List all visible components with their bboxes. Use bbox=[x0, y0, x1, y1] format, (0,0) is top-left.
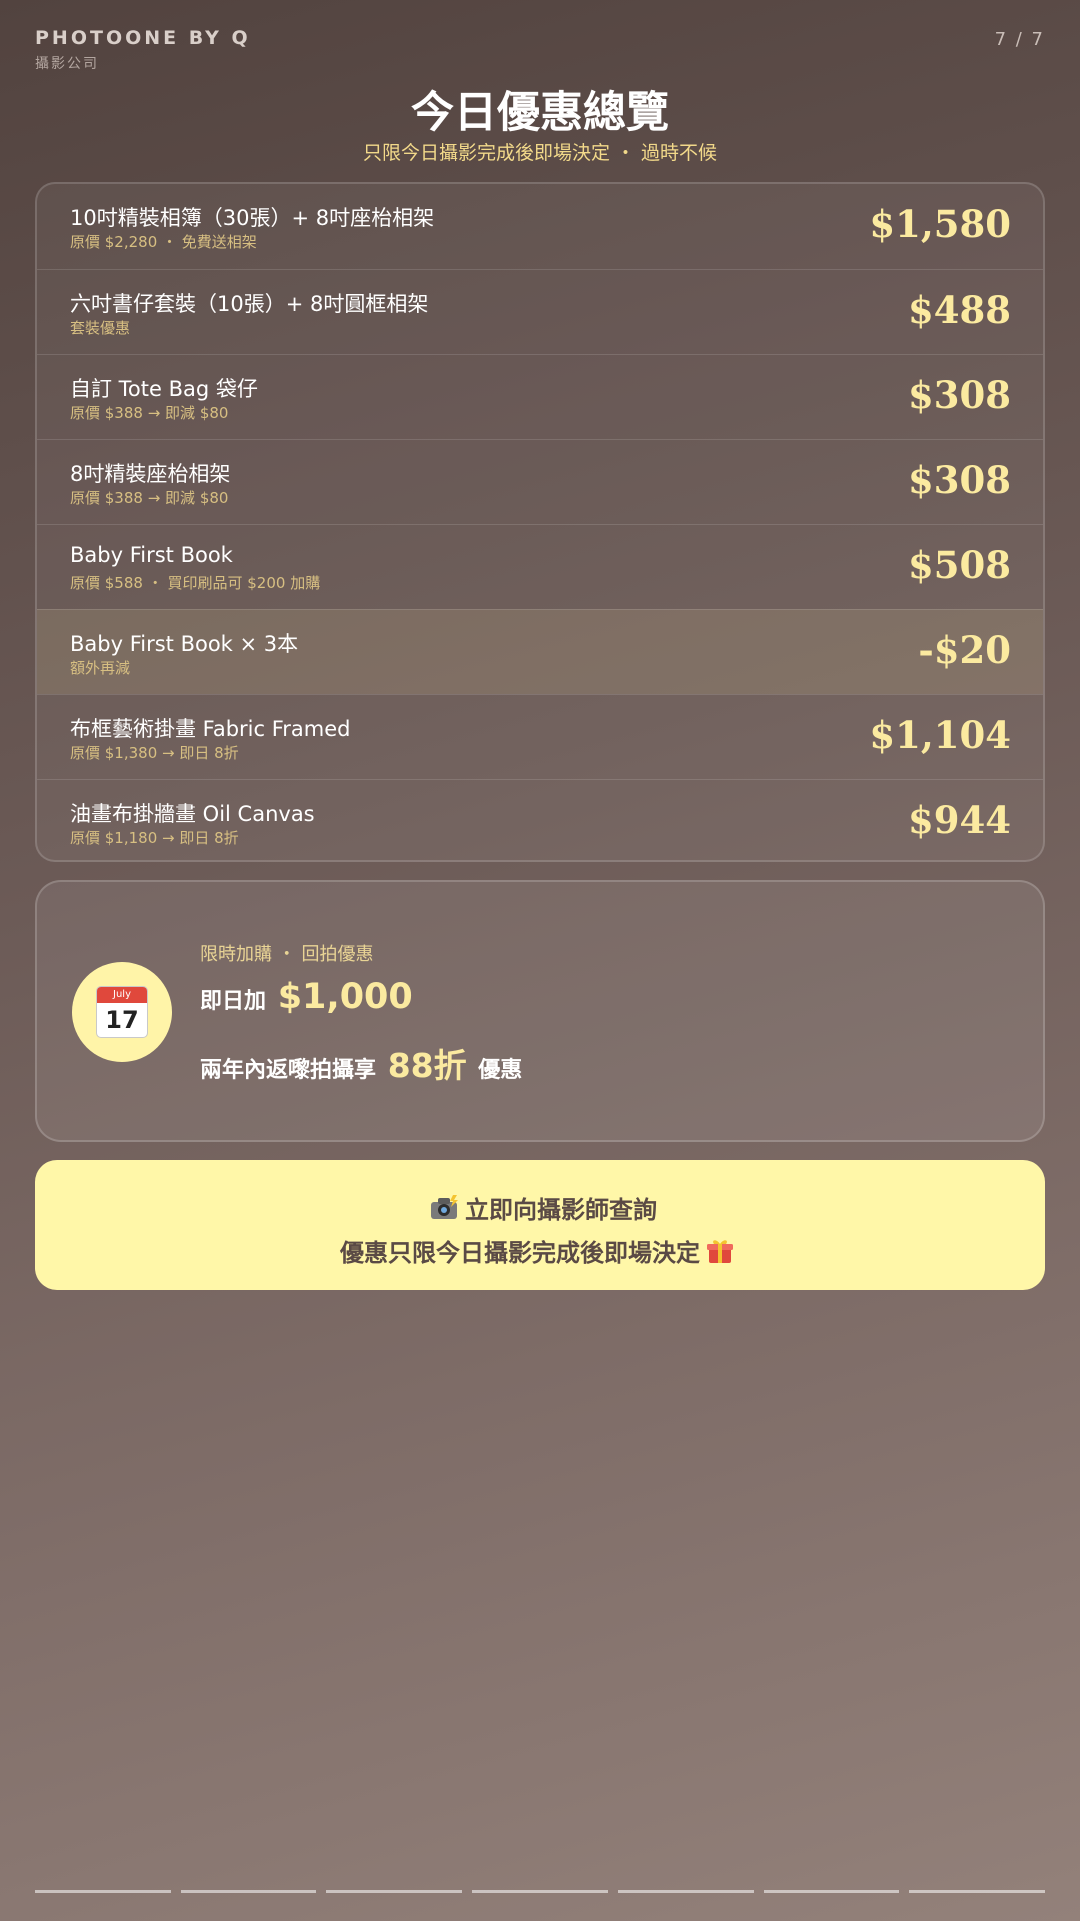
promo-card: July 17 限時加購 ・ 回拍優惠 即日加 $1,000 兩年內返嚟拍攝享 … bbox=[35, 880, 1045, 1142]
progress-segment bbox=[617, 1890, 754, 1893]
offer-name: 自訂 Tote Bag 袋仔 bbox=[70, 377, 258, 401]
offer-name: 布框藝術掛畫 Fabric Framed bbox=[70, 717, 351, 741]
offer-row: Baby First Book 原價 $588 ・ 買印刷品可 $200 加購 … bbox=[37, 524, 1043, 609]
offer-name: 油畫布掛牆畫 Oil Canvas bbox=[70, 802, 315, 826]
offer-row-highlighted: Baby First Book × 3本 額外再減 -$20 bbox=[37, 609, 1043, 694]
offers-list: 10吋精裝相簿（30張）+ 8吋座枱相架 原價 $2,280 ・ 免費送相架 $… bbox=[35, 182, 1045, 862]
offer-row: 布框藝術掛畫 Fabric Framed 原價 $1,380 → 即日 8折 $… bbox=[37, 694, 1043, 779]
calendar-icon-badge: July 17 bbox=[72, 962, 172, 1062]
progress-segment bbox=[35, 1890, 171, 1893]
offer-price: $1,104 bbox=[869, 713, 1011, 757]
inquire-photographer-button[interactable]: 立即向攝影師查詢 優惠只限今日攝影完成後即場決定 bbox=[35, 1160, 1045, 1290]
offer-note: 原價 $2,280 ・ 免費送相架 bbox=[70, 233, 257, 251]
promo-line-2-prefix: 兩年內返嚟拍攝享 bbox=[200, 1058, 377, 1083]
offer-note: 原價 $1,380 → 即日 8折 bbox=[70, 744, 239, 762]
cta-line-2-text: 優惠只限今日攝影完成後即場決定 bbox=[340, 1239, 700, 1267]
calendar-month: July bbox=[97, 987, 147, 1003]
offer-row: 10吋精裝相簿（30張）+ 8吋座枱相架 原價 $2,280 ・ 免費送相架 $… bbox=[37, 184, 1043, 269]
offer-price: $1,580 bbox=[869, 202, 1011, 246]
promo-discount: 88折 bbox=[387, 1046, 467, 1085]
promo-add-amount: $1,000 bbox=[277, 977, 413, 1017]
calendar-day: 17 bbox=[105, 1006, 139, 1034]
offer-price: $488 bbox=[908, 288, 1011, 332]
progress-segment bbox=[763, 1890, 900, 1893]
offer-price: $944 bbox=[908, 798, 1011, 842]
offer-note: 原價 $388 → 即減 $80 bbox=[70, 404, 229, 422]
calendar-icon: July 17 bbox=[96, 986, 148, 1038]
promo-line-2-suffix: 優惠 bbox=[478, 1058, 523, 1083]
page-subtitle: 只限今日攝影完成後即場決定 ・ 過時不候 bbox=[362, 142, 718, 164]
brand-subtitle: 攝影公司 bbox=[35, 56, 99, 72]
offer-price: $508 bbox=[908, 543, 1011, 587]
cta-line-1-text: 立即向攝影師查詢 bbox=[465, 1196, 657, 1224]
offer-note: 套裝優惠 bbox=[70, 319, 131, 337]
gift-icon bbox=[706, 1237, 734, 1271]
progress-segment bbox=[909, 1890, 1046, 1893]
page-progress bbox=[35, 1890, 1046, 1893]
offer-name: 六吋書仔套裝（10張）+ 8吋圓框相架 bbox=[70, 292, 429, 316]
offer-price: -$20 bbox=[918, 628, 1011, 672]
offer-name: Baby First Book bbox=[70, 543, 233, 567]
page-title: 今日優惠總覽 bbox=[411, 88, 669, 138]
promo-line-1-prefix: 即日加 bbox=[200, 989, 267, 1014]
camera-flash-icon bbox=[429, 1195, 459, 1227]
offer-note: 原價 $388 → 即減 $80 bbox=[70, 489, 229, 507]
cta-line-1: 立即向攝影師查詢 bbox=[35, 1190, 1045, 1227]
progress-segment bbox=[326, 1890, 463, 1893]
offer-price: $308 bbox=[908, 373, 1011, 417]
progress-segment bbox=[472, 1890, 608, 1893]
page-counter: 7 / 7 bbox=[994, 29, 1045, 50]
promo-line-2: 兩年內返嚟拍攝享 88折 優惠 bbox=[200, 1039, 522, 1087]
offer-note: 原價 $1,180 → 即日 8折 bbox=[70, 829, 239, 847]
promo-line-1: 即日加 $1,000 bbox=[200, 977, 413, 1017]
offer-name: Baby First Book × 3本 bbox=[70, 632, 299, 656]
cta-line-2: 優惠只限今日攝影完成後即場決定 bbox=[35, 1233, 1045, 1271]
promo-kicker: 限時加購 ・ 回拍優惠 bbox=[200, 944, 374, 965]
offer-row: 自訂 Tote Bag 袋仔 原價 $388 → 即減 $80 $308 bbox=[37, 354, 1043, 439]
offer-row: 油畫布掛牆畫 Oil Canvas 原價 $1,180 → 即日 8折 $944 bbox=[37, 779, 1043, 860]
offer-name: 10吋精裝相簿（30張）+ 8吋座枱相架 bbox=[70, 206, 435, 230]
offer-note: 原價 $588 ・ 買印刷品可 $200 加購 bbox=[70, 574, 321, 592]
progress-segment bbox=[180, 1890, 317, 1893]
offer-name: 8吋精裝座枱相架 bbox=[70, 462, 231, 486]
offer-row: 8吋精裝座枱相架 原價 $388 → 即減 $80 $308 bbox=[37, 439, 1043, 524]
brand-name: PHOTOONE BY Q bbox=[35, 27, 251, 49]
offer-row: 六吋書仔套裝（10張）+ 8吋圓框相架 套裝優惠 $488 bbox=[37, 269, 1043, 354]
offer-price: $308 bbox=[908, 458, 1011, 502]
offer-note: 額外再減 bbox=[70, 659, 131, 677]
brand: PHOTOONE BY Q 攝影公司 bbox=[35, 27, 251, 73]
